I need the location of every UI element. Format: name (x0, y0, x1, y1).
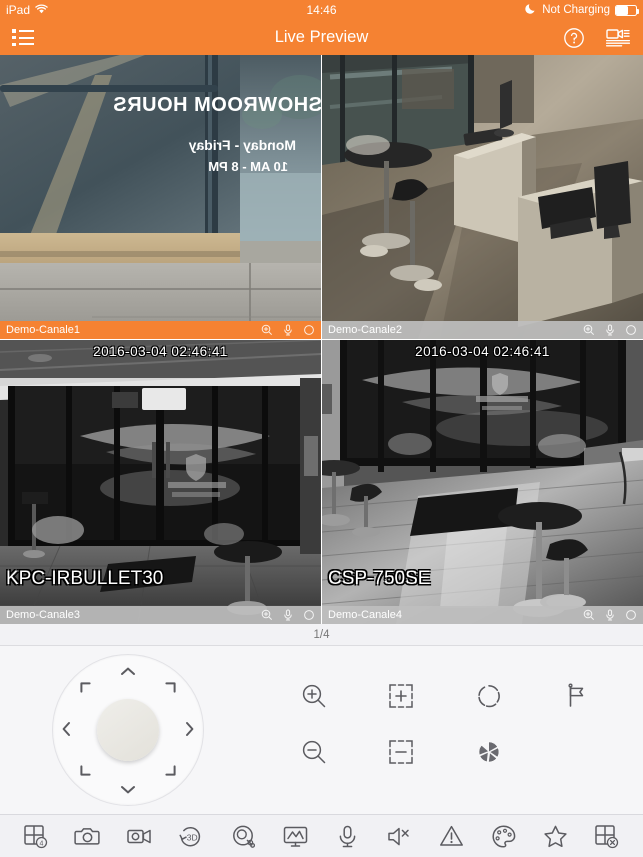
ptz-down-button[interactable] (121, 783, 135, 796)
layout-split-icon[interactable]: 4 (22, 823, 49, 850)
iris-close-icon[interactable] (475, 738, 503, 766)
camera-device-list-icon[interactable] (605, 27, 631, 49)
status-bar-left: iPad (6, 3, 48, 17)
battery-icon (615, 4, 639, 16)
live-preview-screen: iPad 14:46 Not Charging Live Preview SHO… (0, 0, 643, 857)
list-menu-icon[interactable] (12, 29, 34, 46)
tile-bar-2: Demo-Canale2 (322, 321, 643, 339)
ptz-down-right-button[interactable] (165, 765, 176, 778)
playback-monitor-icon[interactable] (282, 823, 309, 850)
video-grid: SHOWROOM HOURS Monday - Friday 10 AM - 8… (0, 55, 643, 624)
osd-timestamp-4: 2016-03-04 02:46:41 (415, 344, 550, 359)
alarm-warning-icon[interactable] (438, 823, 465, 850)
ptz-joystick[interactable] (52, 654, 204, 806)
bottom-toolbar: 4 3D (0, 814, 643, 857)
osd-camera-name-3: KPC-IRBULLET30 (6, 568, 164, 589)
ptz-up-right-button[interactable] (165, 682, 176, 695)
tile-tools-4 (583, 609, 637, 621)
digital-zoom-icon[interactable] (583, 324, 595, 336)
page-title: Live Preview (274, 28, 369, 46)
ptz-left-button[interactable] (62, 722, 70, 738)
navigation-bar-actions (563, 27, 631, 49)
navigation-bar: Live Preview (0, 20, 643, 55)
preset-flag-icon[interactable] (562, 682, 590, 710)
page-indicator-label: 1/4 (313, 628, 330, 641)
tile-label-1: Demo-Canale1 (6, 324, 80, 336)
focus-near-icon[interactable] (387, 682, 415, 710)
ptz-up-button[interactable] (121, 664, 135, 677)
ptz-panel (0, 646, 643, 814)
svg-text:3D: 3D (187, 832, 198, 842)
tile-label-2: Demo-Canale2 (328, 324, 402, 336)
help-circle-icon[interactable] (563, 27, 585, 49)
tile-bar-1: Demo-Canale1 (0, 321, 321, 339)
digital-zoom-icon[interactable] (261, 609, 273, 621)
status-bar: iPad 14:46 Not Charging (0, 0, 643, 20)
ptz-function-buttons (270, 668, 620, 780)
record-icon[interactable] (303, 324, 315, 336)
record-video-icon[interactable] (126, 823, 153, 850)
zoom-out-icon[interactable] (300, 738, 328, 766)
battery-status-label: Not Charging (542, 4, 610, 16)
tile-tools-3 (261, 609, 315, 621)
speaker-mute-icon[interactable] (386, 823, 413, 850)
two-way-audio-icon[interactable] (334, 823, 361, 850)
microphone-icon[interactable] (604, 324, 616, 336)
moon-icon (525, 3, 537, 17)
tile-label-4: Demo-Canale4 (328, 609, 402, 621)
video-tile-2[interactable]: Demo-Canale2 (322, 55, 643, 339)
ptz-control-icon[interactable] (230, 823, 257, 850)
osd-timestamp-3: 2016-03-04 02:46:41 (93, 344, 228, 359)
snapshot-camera-icon[interactable] (74, 823, 101, 850)
microphone-icon[interactable] (282, 609, 294, 621)
close-all-windows-icon[interactable] (593, 823, 620, 850)
iris-open-icon[interactable] (475, 682, 503, 710)
device-name: iPad (6, 3, 31, 17)
record-icon[interactable] (303, 609, 315, 621)
ptz-center-button[interactable] (97, 699, 159, 761)
digital-zoom-icon[interactable] (583, 609, 595, 621)
tile-label-3: Demo-Canale3 (6, 609, 80, 621)
microphone-icon[interactable] (282, 324, 294, 336)
record-icon[interactable] (625, 324, 637, 336)
tile-tools-2 (583, 324, 637, 336)
video-scene-1: SHOWROOM HOURS Monday - Friday 10 AM - 8… (0, 55, 321, 339)
zoom-in-icon[interactable] (300, 682, 328, 710)
favorites-star-icon[interactable] (542, 823, 569, 850)
ptz-down-left-button[interactable] (80, 765, 91, 778)
video-tile-4[interactable]: 2016-03-04 02:46:41 CSP-750SE Demo-Canal… (322, 340, 643, 624)
video-tile-3[interactable]: 2016-03-04 02:46:41 KPC-IRBULLET30 Demo-… (0, 340, 321, 624)
digital-zoom-icon[interactable] (261, 324, 273, 336)
video-scene-2 (322, 55, 643, 339)
ptz-right-button[interactable] (186, 722, 194, 738)
tile-bar-3: Demo-Canale3 (0, 606, 321, 624)
wifi-icon (35, 3, 48, 17)
record-icon[interactable] (625, 609, 637, 621)
image-color-palette-icon[interactable] (490, 823, 517, 850)
svg-text:4: 4 (40, 840, 44, 847)
page-indicator: 1/4 (0, 624, 643, 646)
status-bar-right: Not Charging (525, 3, 639, 17)
focus-far-icon[interactable] (387, 738, 415, 766)
tile-bar-4: Demo-Canale4 (322, 606, 643, 624)
video-tile-1[interactable]: SHOWROOM HOURS Monday - Friday 10 AM - 8… (0, 55, 321, 339)
svg-text:Monday - Friday: Monday - Friday (188, 137, 296, 153)
microphone-icon[interactable] (604, 609, 616, 621)
ptz-up-left-button[interactable] (80, 682, 91, 695)
svg-text:10 AM - 8 PM: 10 AM - 8 PM (208, 159, 288, 174)
three-d-positioning-icon[interactable]: 3D (178, 823, 205, 850)
tile-tools-1 (261, 324, 315, 336)
svg-text:SHOWROOM HOURS: SHOWROOM HOURS (113, 94, 321, 116)
osd-camera-name-4: CSP-750SE (328, 568, 431, 589)
